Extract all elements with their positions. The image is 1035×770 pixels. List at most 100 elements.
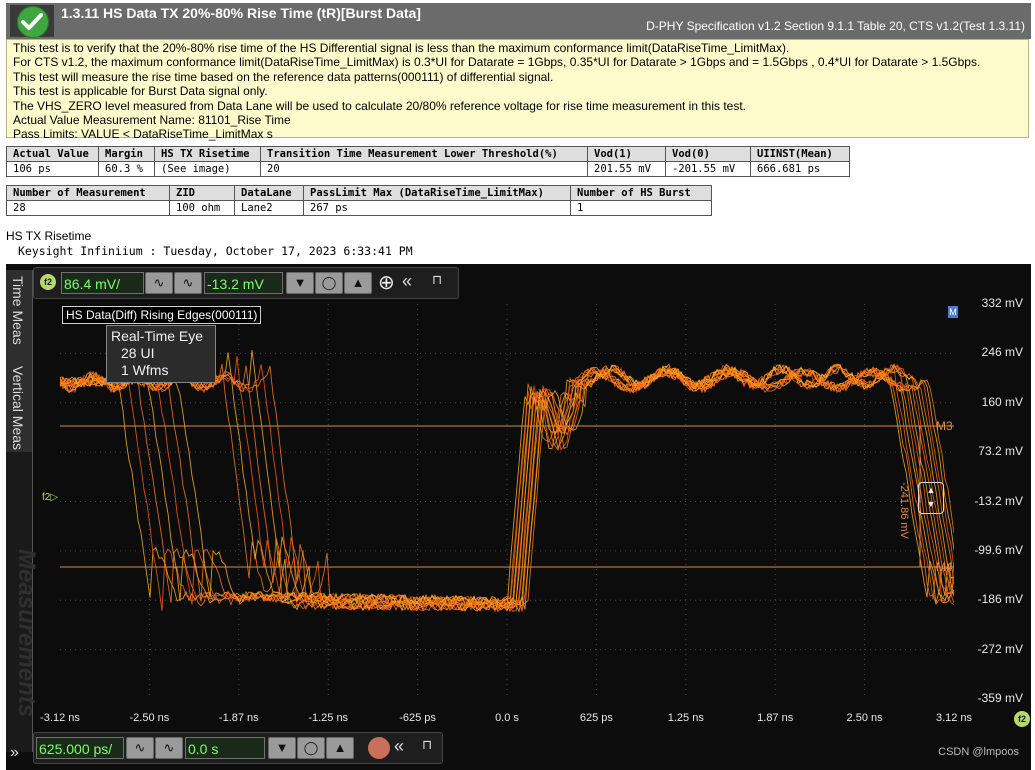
- y-tick-label: -359 mV: [977, 691, 1023, 705]
- table-header-row: Number of Measurement ZID DataLane PassL…: [6, 185, 712, 201]
- y-tick-label: -99.6 mV: [974, 542, 1023, 557]
- x-tick-label: 1.25 ns: [667, 712, 704, 724]
- channel-chip[interactable]: f2: [40, 274, 56, 290]
- add-icon[interactable]: ⊕: [378, 270, 395, 295]
- description-line: This test is to verify that the 20%-80% …: [13, 41, 790, 55]
- y-tick-label: 73.2 mV: [978, 444, 1023, 459]
- test-title: 1.3.11 HS Data TX 20%-80% Rise Time (tR)…: [61, 5, 421, 21]
- collapse-icon[interactable]: «: [402, 271, 412, 292]
- y-tick-label: -272 mV: [977, 641, 1023, 656]
- table-header-cell: Number of HS Burst: [570, 185, 712, 201]
- description-line: The VHS_ZERO level measured from Data La…: [13, 98, 747, 113]
- table-header-cell: Vod(0): [665, 146, 751, 162]
- scale-up-icon[interactable]: ∿: [174, 272, 202, 294]
- check-icon: [21, 13, 43, 30]
- eye-title: Real-Time Eye: [111, 328, 204, 344]
- watermark: CSDN @lmpoos: [938, 746, 1019, 758]
- table-cell: 267 ps: [303, 200, 571, 216]
- x-tick-label: -3.12 ns: [40, 712, 80, 724]
- test-header: 1.3.11 HS Data TX 20%-80% Rise Time (tR)…: [6, 3, 1031, 39]
- pass-badge: [10, 5, 54, 38]
- x-tick-label: -625 ps: [399, 712, 436, 724]
- vertical-scale-field[interactable]: 86.4 mV/: [61, 272, 144, 294]
- x-tick-label: -1.25 ns: [308, 712, 349, 724]
- x-tick-label: -1.87 ns: [218, 712, 259, 724]
- tab-time-meas[interactable]: Time Meas: [6, 270, 33, 360]
- trigger-icon[interactable]: [368, 737, 390, 759]
- eye-info-box: Real-Time Eye 28 UI 1 Wfms: [106, 325, 216, 383]
- horizontal-control-bar: 625.000 ps/ ∿ ∿ 0.0 s ▼ ◯ ▲ « ⊓: [33, 732, 443, 764]
- expand-chevron-icon[interactable]: »: [10, 744, 19, 762]
- marker-drag-handle[interactable]: ▲ ▼: [918, 482, 944, 514]
- waveform-label: HS Data(Diff) Rising Edges(000111): [62, 306, 262, 324]
- delay-zero-icon[interactable]: ◯: [297, 737, 325, 759]
- offset-up-icon[interactable]: ▲: [344, 272, 372, 294]
- y-tick-label: -13.2 mV: [974, 493, 1023, 508]
- zoom-out-icon[interactable]: ∿: [155, 737, 183, 759]
- table-cell: (See image): [154, 161, 261, 177]
- table-header-cell: Number of Measurement: [6, 185, 170, 201]
- y-tick-label: 246 mV: [981, 345, 1023, 360]
- table-header-cell: ZID: [169, 185, 235, 201]
- vertical-control-bar: f2 86.4 mV/ ∿ ∿ -13.2 mV ▼ ◯ ▲ ⊕ « ⊓: [33, 267, 459, 299]
- description-line: Actual Value Measurement Name: 81101_Ris…: [13, 113, 291, 128]
- x-tick-label: 3.12 ns: [935, 712, 973, 724]
- table-cell: 106 ps: [6, 161, 99, 177]
- marker-delta-readout: -241.86 mV: [898, 482, 910, 539]
- table-row: 28 100 ohm Lane2 267 ps 1: [6, 200, 712, 216]
- test-description: This test is to verify that the 20%-80% …: [6, 39, 1029, 142]
- table-header-cell: HS TX Risetime: [154, 146, 261, 162]
- y-tick-label: 160 mV: [981, 394, 1023, 409]
- table-header-cell: UIINST(Mean): [750, 146, 850, 162]
- section-title: HS TX Risetime: [6, 229, 92, 243]
- test-spec: D-PHY Specification v1.2 Section 9.1.1 T…: [646, 19, 1025, 33]
- delay-down-icon[interactable]: ▼: [268, 737, 296, 759]
- pin-icon[interactable]: ⊓: [422, 737, 432, 753]
- measurements-tab-label: Measurements: [13, 549, 40, 718]
- table-header-cell: Margin: [98, 146, 155, 162]
- tab-vertical-meas[interactable]: Vertical Meas: [6, 360, 33, 452]
- table-cell: 20: [260, 161, 588, 177]
- horizontal-delay-field[interactable]: 0.0 s: [185, 737, 265, 759]
- oscilloscope-screen: Time Meas Vertical Meas Measurements » f…: [6, 264, 1031, 770]
- marker-m4-label: M4: [936, 560, 953, 574]
- marker-m3-label: M3: [936, 419, 953, 433]
- scope-caption: Keysight Infiniium : Tuesday, October 17…: [18, 244, 413, 258]
- tab-label: Time Meas: [10, 276, 26, 345]
- x-tick-label: 1.87 ns: [757, 712, 794, 724]
- x-tick-label: 625 ps: [579, 712, 613, 724]
- timebase-chip[interactable]: f2: [1014, 711, 1030, 727]
- description-line: For CTS v1.2, the maximum conformance li…: [13, 55, 981, 70]
- vertical-offset-field[interactable]: -13.2 mV: [204, 272, 283, 294]
- table-header-cell: DataLane: [234, 185, 304, 201]
- table-cell: 60.3 %: [98, 161, 155, 177]
- table-cell: 666.681 ps: [750, 161, 850, 177]
- delay-up-icon[interactable]: ▲: [326, 737, 354, 759]
- y-tick-label: -186 mV: [977, 592, 1023, 607]
- collapse-icon[interactable]: «: [394, 736, 404, 757]
- table-row: 106 ps 60.3 % (See image) 20 201.55 mV -…: [6, 161, 850, 177]
- x-tick-label: 0.0 s: [495, 712, 519, 724]
- table-header-cell: PassLimit Max (DataRiseTime_LimitMax): [303, 185, 571, 201]
- table-cell: 201.55 mV: [587, 161, 666, 177]
- table-cell: 1: [570, 200, 712, 216]
- x-tick-label: 2.50 ns: [846, 712, 883, 724]
- eye-ui-count: 28 UI: [121, 345, 155, 361]
- x-tick-label: -2.50 ns: [129, 712, 170, 724]
- scale-down-icon[interactable]: ∿: [145, 272, 173, 294]
- table-cell: 100 ohm: [169, 200, 235, 216]
- results-table: Actual Value Margin HS TX Risetime Trans…: [6, 146, 850, 177]
- marker-flag-icon[interactable]: M: [948, 306, 958, 318]
- pin-icon[interactable]: ⊓: [432, 272, 442, 288]
- offset-zero-icon[interactable]: ◯: [315, 272, 343, 294]
- offset-down-icon[interactable]: ▼: [286, 272, 314, 294]
- tab-label: Vertical Meas: [10, 366, 26, 451]
- table-cell: 28: [6, 200, 170, 216]
- table-header-row: Actual Value Margin HS TX Risetime Trans…: [6, 146, 850, 162]
- horizontal-scale-field[interactable]: 625.000 ps/: [36, 737, 124, 759]
- zoom-in-icon[interactable]: ∿: [126, 737, 154, 759]
- table-cell: Lane2: [234, 200, 304, 216]
- channel-ground-marker: f2▷: [42, 492, 59, 503]
- description-line: Pass Limits: VALUE < DataRiseTime_LimitM…: [13, 127, 273, 142]
- table-header-cell: Actual Value: [6, 146, 99, 162]
